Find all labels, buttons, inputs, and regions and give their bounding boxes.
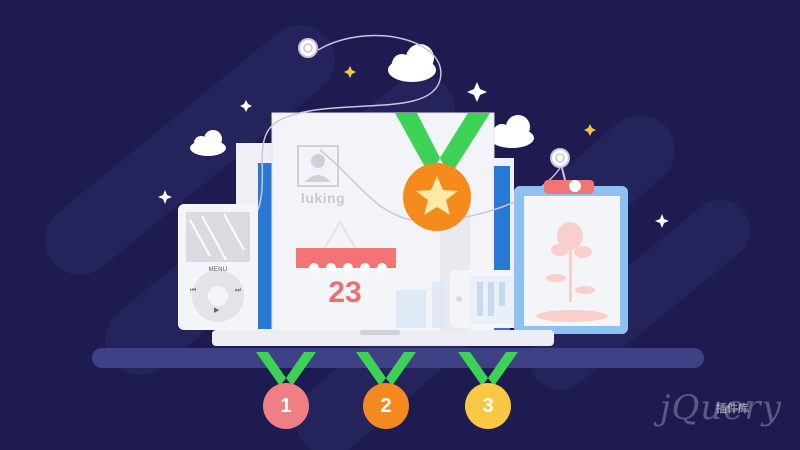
medal-number-2: 2	[380, 395, 392, 417]
medal-number-1: 1	[280, 395, 292, 417]
cloud-icon	[490, 115, 534, 148]
play-icon: ▶	[214, 307, 220, 314]
illustration-stage: luking 23 MENU ⏮ ⏭ ▶ 1 2 3 jQuery 插件库	[0, 0, 800, 450]
next-icon: ⏭	[235, 287, 242, 294]
gold-medal	[403, 163, 471, 231]
laptop-base	[212, 330, 554, 346]
earbud	[298, 38, 318, 58]
prev-icon: ⏮	[190, 287, 197, 294]
profile-name: luking	[300, 190, 346, 206]
cloud-icon	[388, 44, 436, 82]
ipod-menu-label: MENU	[208, 267, 228, 273]
user-avatar-icon	[297, 145, 339, 187]
medal-number-3: 3	[482, 395, 494, 417]
watermark-sub: 插件库	[716, 403, 749, 415]
calendar-day: 23	[328, 276, 362, 309]
